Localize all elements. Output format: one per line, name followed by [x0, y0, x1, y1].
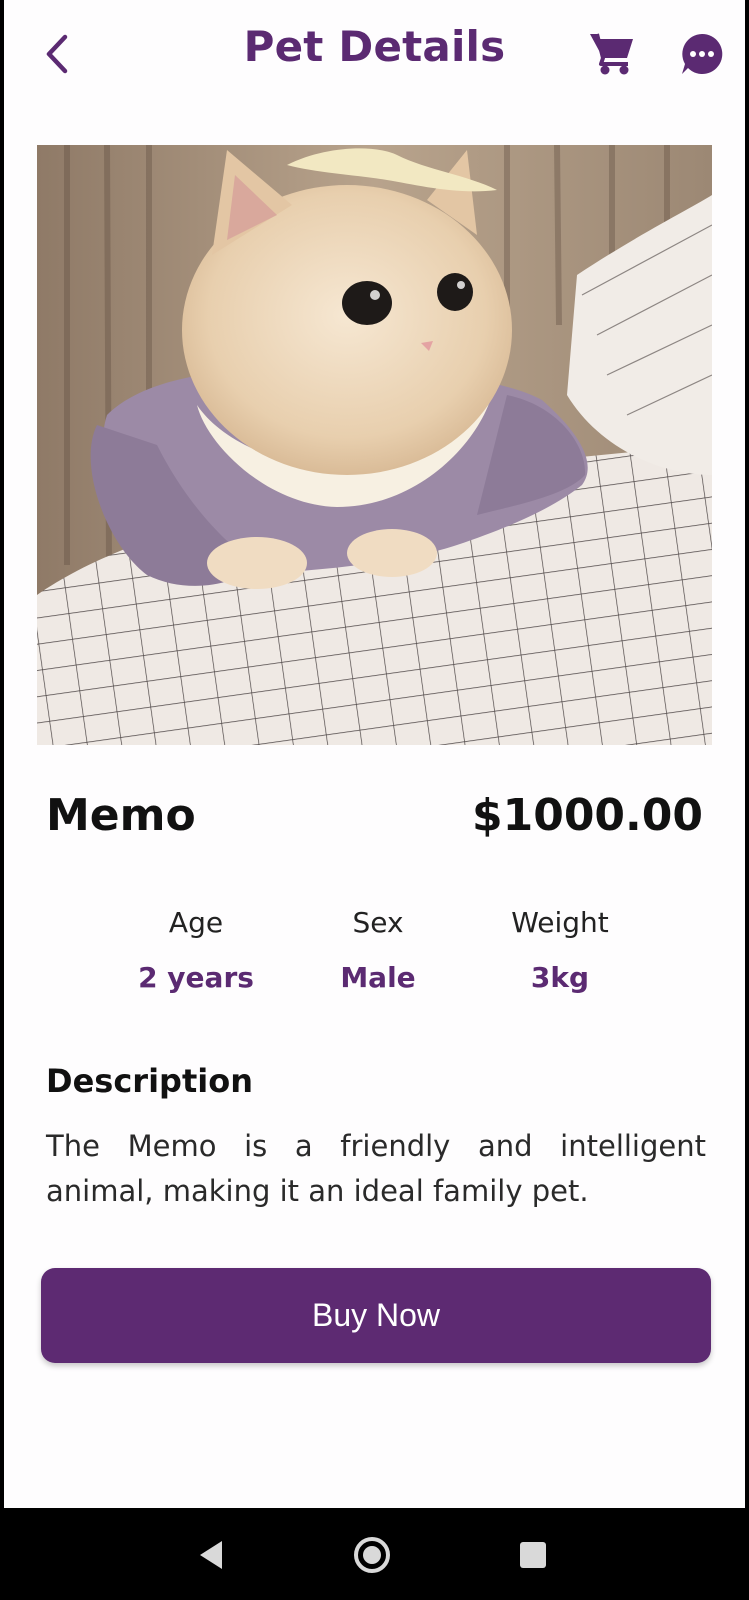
nav-back-icon — [200, 1541, 222, 1569]
buy-now-button[interactable]: Buy Now — [41, 1268, 711, 1363]
nav-home-icon — [354, 1537, 390, 1573]
chat-button[interactable] — [680, 32, 724, 76]
description-text: The Memo is a friendly and intelligent a… — [46, 1129, 706, 1208]
pet-price: $1000.00 — [471, 790, 703, 841]
stat-label: Age — [168, 906, 224, 939]
stat-sex: Sex Male — [288, 906, 468, 994]
nav-back-button[interactable] — [186, 1530, 236, 1580]
description-title: Description — [46, 1062, 253, 1100]
pet-details-screen: Pet Details Memo $1000.00 Age 2 years Se… — [4, 0, 745, 1508]
system-nav-bar — [0, 1508, 749, 1600]
pet-photo — [37, 145, 712, 745]
nav-home-button[interactable] — [347, 1530, 397, 1580]
stat-value: Male — [340, 961, 416, 994]
stat-value: 2 years — [138, 961, 254, 994]
nav-recents-button[interactable] — [508, 1530, 558, 1580]
pet-name: Memo — [46, 790, 196, 841]
nav-recents-icon — [520, 1542, 546, 1568]
chat-bubble-icon — [682, 33, 723, 74]
stat-label: Weight — [511, 906, 609, 939]
stat-value: 3kg — [530, 961, 590, 994]
stat-label: Sex — [352, 906, 404, 939]
cart-button[interactable] — [588, 30, 636, 76]
stat-weight: Weight 3kg — [470, 906, 650, 994]
cart-icon — [590, 33, 633, 75]
stat-age: Age 2 years — [106, 906, 286, 994]
